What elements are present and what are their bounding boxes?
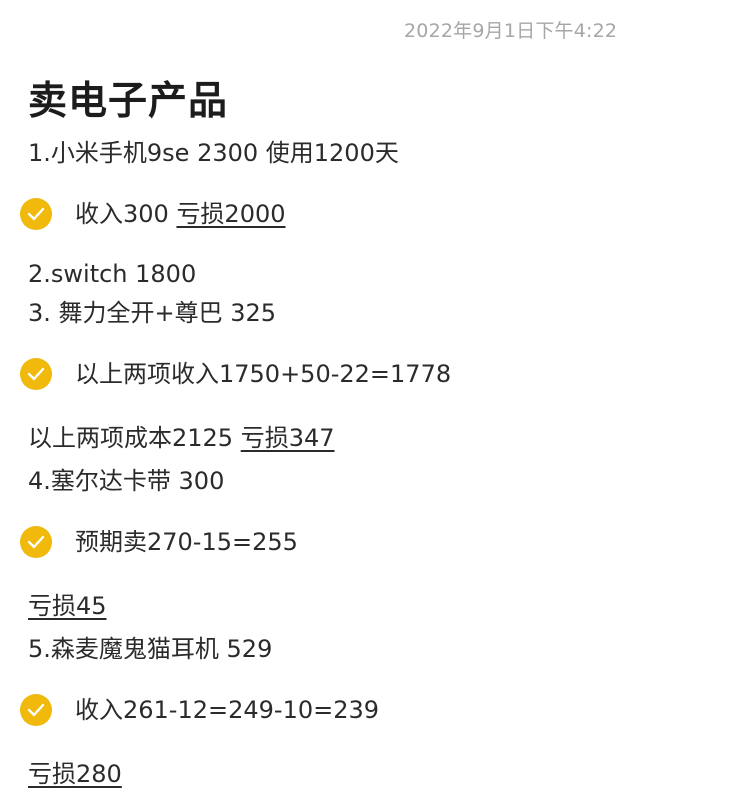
checklist-text: 收入261-12=249-10=239 bbox=[75, 696, 380, 724]
checkmark-icon[interactable] bbox=[20, 694, 52, 726]
checklist-text: 预期卖270-15=255 bbox=[75, 528, 298, 556]
note-line-4[interactable]: 4.塞尔达卡带 300 bbox=[28, 465, 224, 497]
checklist-text-plain: 收入300 bbox=[75, 200, 177, 228]
checklist-text: 以上两项收入1750+50-22=1778 bbox=[75, 360, 452, 388]
cost-line[interactable]: 以上两项成本2125 亏损347 bbox=[28, 422, 335, 454]
loss-line-1[interactable]: 亏损45 bbox=[28, 590, 107, 622]
checkmark-icon[interactable] bbox=[20, 358, 52, 390]
note-line-2[interactable]: 2.switch 1800 bbox=[28, 258, 196, 290]
cost-text: 以上两项成本2125 bbox=[28, 424, 241, 452]
note-line-1[interactable]: 1.小米手机9se 2300 使用1200天 bbox=[28, 137, 399, 169]
checklist-item-2[interactable]: 以上两项收入1750+50-22=1778 bbox=[20, 358, 451, 390]
checkmark-icon[interactable] bbox=[20, 198, 52, 230]
note-line-5[interactable]: 5.森麦魔鬼猫耳机 529 bbox=[28, 633, 272, 665]
checklist-item-1[interactable]: 收入300 亏损2000 bbox=[20, 198, 286, 230]
note-line-3[interactable]: 3. 舞力全开+尊巴 325 bbox=[28, 297, 276, 329]
note-title[interactable]: 卖电子产品 bbox=[28, 70, 228, 126]
note-timestamp: 2022年9月1日下午4:22 bbox=[404, 20, 618, 42]
loss-underlined-text: 亏损347 bbox=[240, 424, 335, 452]
checklist-text: 收入300 亏损2000 bbox=[75, 198, 286, 230]
checkmark-icon[interactable] bbox=[20, 526, 52, 558]
loss-underlined-text: 亏损2000 bbox=[176, 200, 286, 228]
checklist-item-4[interactable]: 收入261-12=249-10=239 bbox=[20, 694, 379, 726]
loss-line-2[interactable]: 亏损280 bbox=[28, 758, 122, 790]
checklist-item-3[interactable]: 预期卖270-15=255 bbox=[20, 526, 298, 558]
